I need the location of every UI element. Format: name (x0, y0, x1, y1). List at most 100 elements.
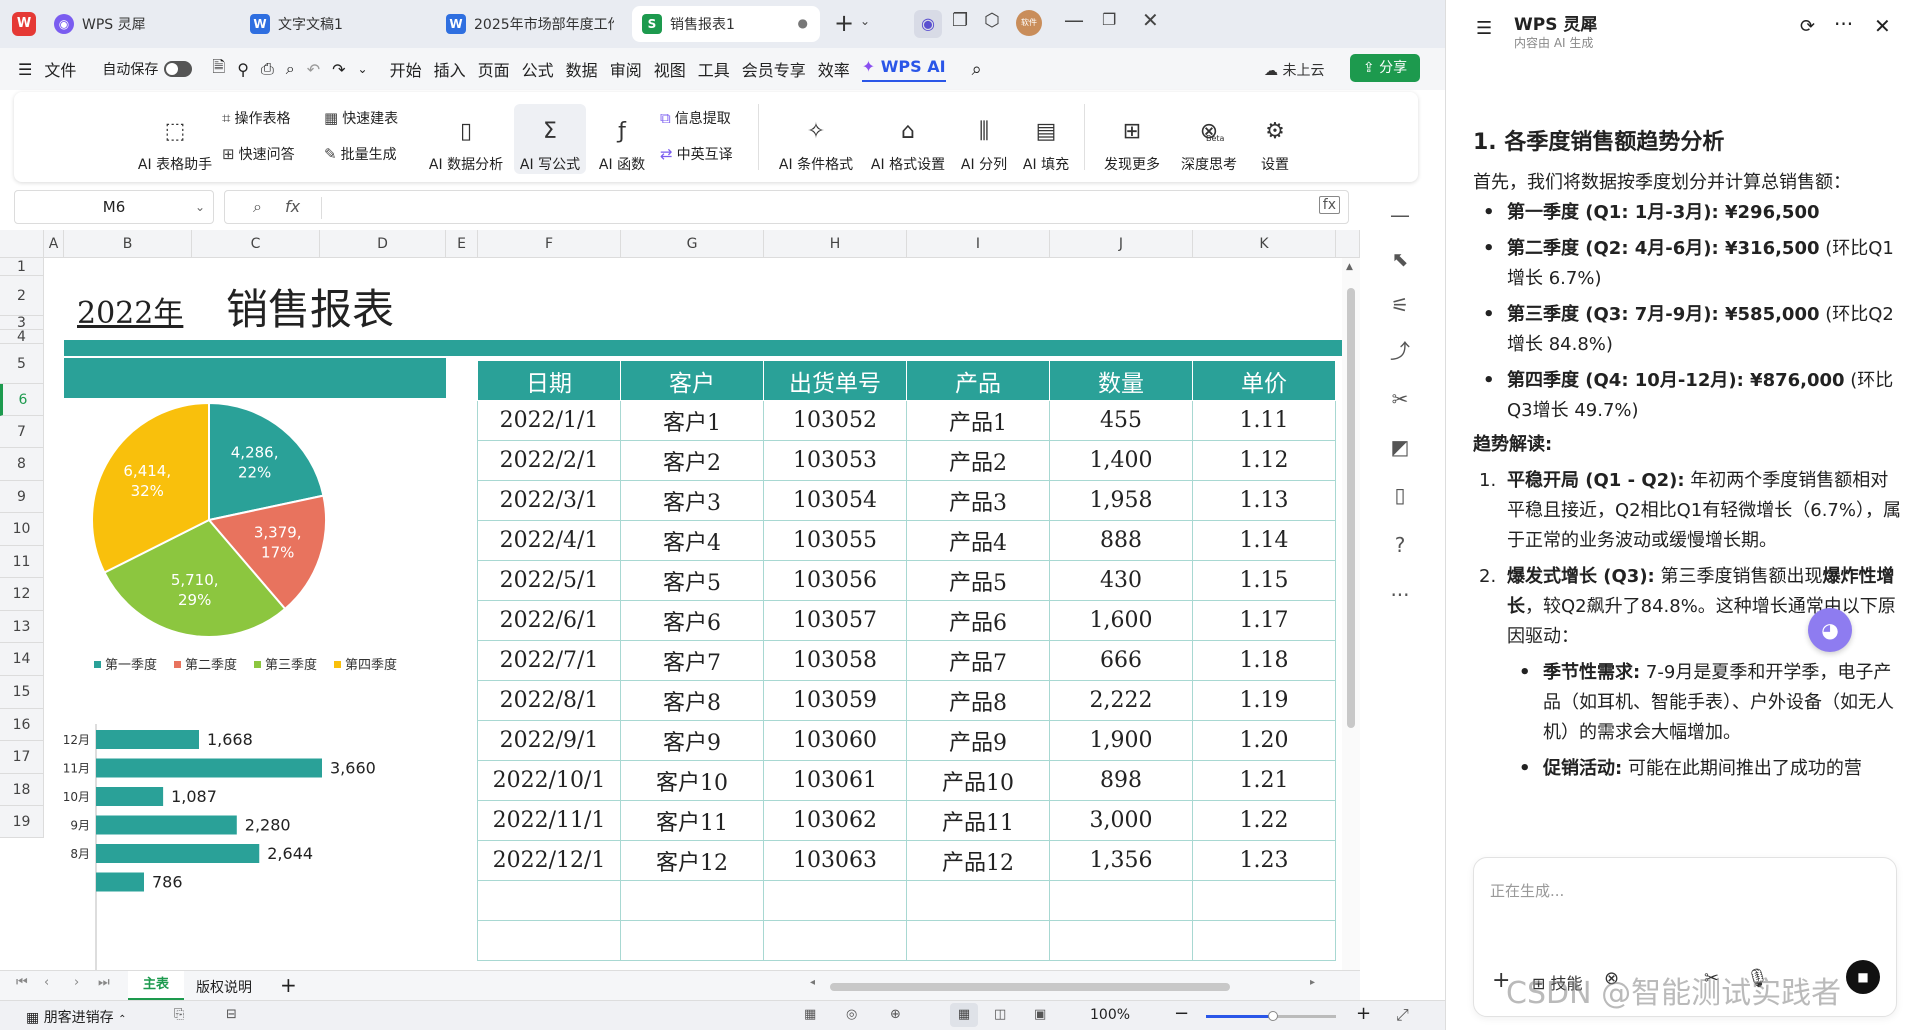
menu-icon[interactable]: ☰ (18, 60, 32, 79)
bar[interactable] (96, 872, 144, 892)
redo-icon[interactable]: ↷ (332, 60, 345, 79)
table-cell[interactable]: 2022/2/1 (477, 440, 621, 481)
table-cell[interactable] (1049, 880, 1193, 921)
row-header[interactable]: 16 (0, 709, 44, 741)
print-preview-icon[interactable]: ⌕ (286, 59, 295, 79)
print-icon[interactable]: ⎙ (261, 59, 274, 79)
operate-table-button[interactable]: ⌗ 操作表格 (222, 108, 290, 128)
ai-table-assistant-button[interactable]: ⬚ AI 表格助手 (130, 104, 220, 174)
table-cell[interactable]: 产品5 (906, 560, 1050, 601)
menu-efficiency[interactable]: 效率 (818, 57, 850, 81)
row-header[interactable]: 19 (0, 806, 44, 838)
table-cell[interactable]: 1.22 (1192, 800, 1336, 841)
monthly-bar-chart[interactable]: 12月 1,668 11月 3,660 10月 1,087 9月 2,280 8月 2,644 78… (64, 718, 446, 970)
table-cell[interactable]: 2022/3/1 (477, 480, 621, 521)
search-icon[interactable]: ⌕ (972, 59, 982, 80)
column-header-g[interactable]: G (621, 230, 764, 258)
table-cell[interactable]: 1,958 (1049, 480, 1193, 521)
menu-member[interactable]: 会员专享 (742, 57, 806, 81)
tab-sales-report[interactable]: S 销售报表1 ● (632, 6, 820, 42)
new-tab-button[interactable]: + (834, 9, 854, 37)
eye-protection-icon[interactable]: ◎ (846, 1007, 857, 1022)
table-cell[interactable]: 2022/12/1 (477, 840, 621, 881)
table-cell[interactable]: 1.23 (1192, 840, 1336, 881)
autosave-toggle[interactable] (164, 61, 193, 77)
chevron-down-icon[interactable]: ⌄ (195, 191, 205, 223)
name-box[interactable]: M6 ⌄ (14, 190, 214, 224)
table-cell[interactable] (906, 880, 1050, 921)
spreadsheet-grid[interactable]: A B C D E F G H I J K 1 2 3 4 5 6 7 8 9 10 11 12 13 1… (0, 230, 1360, 970)
sheet-tab-copyright[interactable]: 版权说明 (196, 977, 252, 997)
table-cell[interactable]: 3,000 (1049, 800, 1193, 841)
row-header[interactable]: 15 (0, 676, 44, 709)
row-header[interactable]: 1 (0, 258, 44, 276)
row-header[interactable]: 2 (0, 276, 44, 316)
row-header[interactable]: 7 (0, 416, 44, 448)
table-cell[interactable] (763, 920, 907, 961)
more-icon[interactable]: ··· (1385, 580, 1415, 610)
translate-button[interactable]: ⇄ 中英互译 (660, 144, 733, 164)
header-order-no[interactable]: 出货单号 (763, 360, 907, 401)
menu-tools[interactable]: 工具 (698, 57, 730, 81)
table-cell[interactable]: 1.12 (1192, 440, 1336, 481)
table-cell[interactable]: 1.14 (1192, 520, 1336, 561)
column-header-e[interactable]: E (446, 230, 478, 258)
table-cell[interactable]: 产品7 (906, 640, 1050, 681)
column-header-f[interactable]: F (478, 230, 621, 258)
unsaved-dot-icon[interactable]: ● (798, 16, 808, 30)
row-header[interactable]: 17 (0, 741, 44, 774)
cloud-status[interactable]: ☁ 未上云 (1264, 60, 1324, 80)
add-sheet-button[interactable]: + (280, 973, 297, 997)
restore-icon[interactable]: ❐ (1102, 10, 1116, 29)
menu-formula[interactable]: 公式 (522, 57, 554, 81)
table-cell[interactable]: 客户10 (620, 760, 764, 801)
row-header[interactable]: 18 (0, 774, 44, 806)
table-cell[interactable]: 客户6 (620, 600, 764, 641)
cube-icon[interactable]: ⬡ (984, 10, 1000, 31)
table-cell[interactable]: 103055 (763, 520, 907, 561)
table-cell[interactable]: 1,356 (1049, 840, 1193, 881)
select-pointer-icon[interactable]: ⬉ (1385, 244, 1415, 274)
table-cell[interactable]: 客户11 (620, 800, 764, 841)
header-product[interactable]: 产品 (906, 360, 1050, 401)
adjust-icon[interactable]: ⚟ (1385, 290, 1415, 320)
table-cell[interactable]: 2022/5/1 (477, 560, 621, 601)
table-cell[interactable]: 666 (1049, 640, 1193, 681)
header-unit-price[interactable]: 单价 (1192, 360, 1336, 401)
page-view-icon[interactable]: ▣ (1034, 1007, 1046, 1022)
table-cell[interactable]: 1.11 (1192, 400, 1336, 441)
menu-page[interactable]: 页面 (478, 57, 510, 81)
table-cell[interactable] (477, 880, 621, 921)
table-cell[interactable]: 产品12 (906, 840, 1050, 881)
row-header[interactable]: 14 (0, 643, 44, 676)
zoom-level[interactable]: 100% (1090, 1007, 1130, 1023)
table-cell[interactable]: 1,900 (1049, 720, 1193, 761)
row-header[interactable]: 10 (0, 513, 44, 546)
table-cell[interactable]: 103053 (763, 440, 907, 481)
magic-tools-icon[interactable]: ✂ (1385, 384, 1415, 414)
table-cell[interactable]: 1.15 (1192, 560, 1336, 601)
zoom-slider[interactable] (1206, 1011, 1336, 1021)
next-sheet-icon[interactable]: › (74, 975, 79, 990)
new-chat-icon[interactable]: ⟳ (1800, 16, 1815, 37)
wps-logo-icon[interactable]: W (12, 12, 36, 36)
chevron-down-icon[interactable]: ⌄ (860, 14, 870, 28)
table-cell[interactable]: 产品6 (906, 600, 1050, 641)
table-cell[interactable]: 103057 (763, 600, 907, 641)
table-cell[interactable]: 103062 (763, 800, 907, 841)
bar[interactable] (96, 787, 164, 806)
deep-think-button[interactable]: ⊗ Beta 深度思考 (1174, 104, 1244, 174)
share-link-icon[interactable]: ⚲ (237, 60, 249, 79)
table-cell[interactable]: 103059 (763, 680, 907, 721)
undo-icon[interactable]: ↶ (307, 60, 320, 79)
tab-market-summary[interactable]: W 2025年市场部年度工作总结 (436, 6, 624, 42)
book-icon[interactable]: ▯ (1385, 480, 1415, 510)
quarterly-pie-chart[interactable]: 4,286, 22% 3,379, 17% 5,710, 29% 6,414, 32% 第一季度… (64, 400, 446, 710)
table-cell[interactable]: 产品2 (906, 440, 1050, 481)
row-header[interactable]: 6 (0, 384, 44, 416)
table-cell[interactable]: 1.19 (1192, 680, 1336, 721)
table-cell[interactable]: 2022/4/1 (477, 520, 621, 561)
table-cell[interactable]: 2022/6/1 (477, 600, 621, 641)
horizontal-scroll-right-icon[interactable]: ▸ (1310, 977, 1315, 988)
stop-generate-button[interactable]: ■ (1846, 960, 1880, 994)
